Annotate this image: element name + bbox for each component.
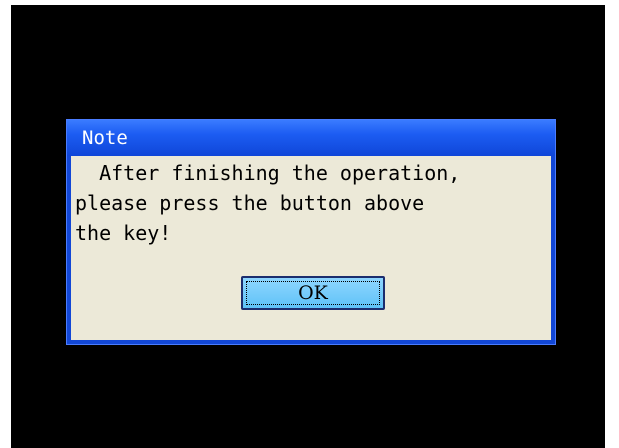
ok-button[interactable]: OK	[241, 276, 385, 310]
message-line-2: please press the button above	[75, 191, 425, 215]
message-line-3: the key!	[75, 221, 172, 245]
note-dialog: Note After finishing the operation, plea…	[66, 119, 556, 345]
device-screen: Note After finishing the operation, plea…	[11, 5, 605, 448]
dialog-body: After finishing the operation, please pr…	[71, 156, 551, 340]
dialog-message: After finishing the operation, please pr…	[75, 158, 551, 248]
message-line-1: After finishing the operation,	[75, 161, 461, 185]
dialog-title: Note	[67, 120, 555, 156]
